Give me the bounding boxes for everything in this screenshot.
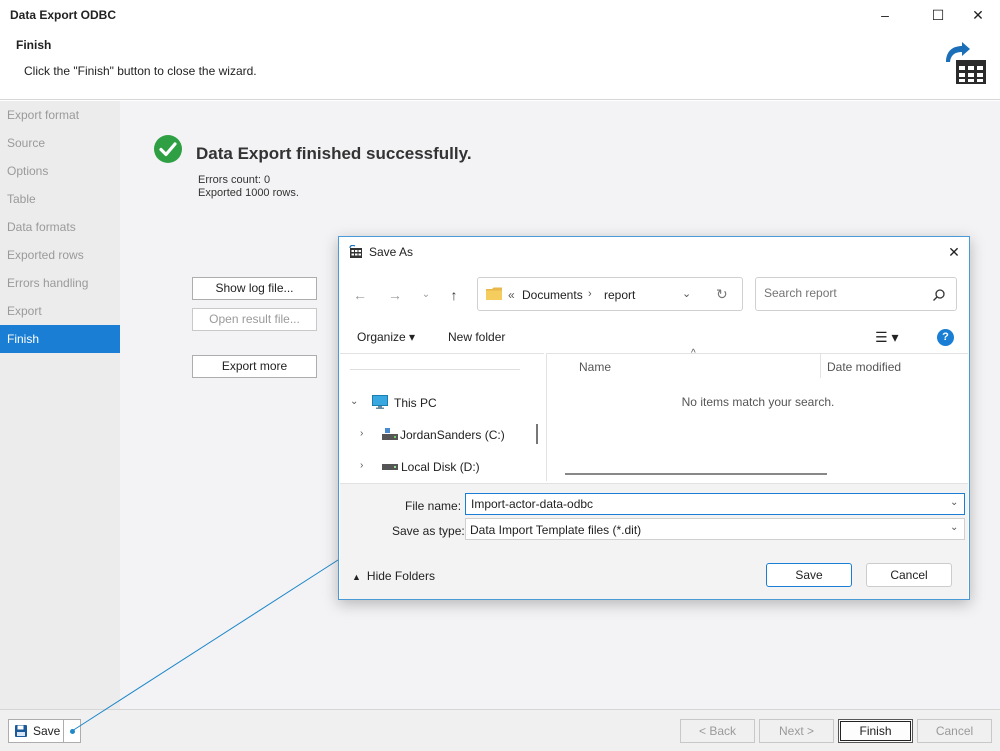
sidebar-item-options[interactable]: Options	[0, 157, 120, 185]
search-icon[interactable]	[932, 288, 946, 302]
tree-divider	[350, 369, 520, 370]
save-options-pane: File name: ⌄ Save as type: Data Import T…	[340, 483, 968, 599]
dialog-title: Save As	[369, 245, 414, 259]
breadcrumb-documents[interactable]: Documents	[522, 288, 583, 302]
address-overflow[interactable]: «	[508, 288, 515, 302]
file-list: ^ Name Date modified No items match your…	[546, 348, 968, 481]
open-result-button[interactable]: Open result file...	[192, 308, 317, 331]
column-divider[interactable]	[820, 354, 821, 378]
dialog-close-button[interactable]: ✕	[941, 241, 967, 263]
sidebar-item-errors-handling[interactable]: Errors handling	[0, 269, 120, 297]
save-template-button[interactable]: Save	[8, 719, 64, 743]
column-name-header[interactable]: Name	[579, 360, 611, 374]
close-button[interactable]: ✕	[955, 0, 1000, 30]
save-type-select[interactable]: Data Import Template files (*.dit) ⌄	[465, 518, 965, 540]
sidebar-item-exported-rows[interactable]: Exported rows	[0, 241, 120, 269]
horizontal-scrollbar[interactable]	[565, 473, 827, 475]
finish-button[interactable]: Finish	[838, 719, 913, 743]
new-folder-button[interactable]: New folder	[448, 330, 505, 344]
sidebar-item-source[interactable]: Source	[0, 129, 120, 157]
hide-folders-label: Hide Folders	[366, 569, 435, 583]
success-title: Data Export finished successfully.	[196, 144, 472, 163]
save-as-dialog: Save As ✕ ← → ⌄ ↑ « Documents › report ⌄…	[338, 236, 970, 600]
sidebar-item-data-formats[interactable]: Data formats	[0, 213, 120, 241]
callout-anchor-dot	[70, 729, 75, 734]
address-bar[interactable]: « Documents › report ⌄ ↻	[477, 277, 743, 311]
step-title: Finish	[16, 38, 52, 52]
sidebar-item-export-format[interactable]: Export format	[0, 101, 120, 129]
export-table-icon	[946, 42, 986, 84]
back-button[interactable]: < Back	[680, 719, 755, 743]
tree-label: Local Disk (D:)	[401, 460, 480, 474]
expand-arrow-icon[interactable]: ›	[360, 428, 363, 439]
sidebar-item-table[interactable]: Table	[0, 185, 120, 213]
breadcrumb-separator[interactable]: ›	[588, 288, 592, 300]
file-name-combobox[interactable]: ⌄	[465, 493, 965, 515]
wizard-steps-sidebar: Export format Source Options Table Data …	[0, 101, 120, 709]
save-type-value: Data Import Template files (*.dit)	[470, 523, 642, 537]
expand-arrow-icon[interactable]: ›	[360, 460, 363, 471]
expand-arrow-icon[interactable]: ⌄	[350, 396, 358, 407]
next-button[interactable]: Next >	[759, 719, 834, 743]
exported-rows-count: Exported 1000 rows.	[198, 187, 299, 199]
dialog-cancel-button[interactable]: Cancel	[866, 563, 952, 587]
step-description: Click the "Finish" button to close the w…	[24, 64, 257, 78]
column-date-header[interactable]: Date modified	[827, 360, 901, 374]
hide-folders-toggle[interactable]: ▲ Hide Folders	[352, 569, 435, 583]
save-type-label: Save as type:	[392, 524, 465, 538]
save-template-label: Save	[33, 724, 61, 738]
tree-label: JordanSanders (C:)	[400, 428, 505, 442]
export-more-button[interactable]: Export more	[192, 355, 317, 378]
tree-scrollbar[interactable]	[536, 424, 538, 444]
sidebar-item-export[interactable]: Export	[0, 297, 120, 325]
dialog-save-button[interactable]: Save	[766, 563, 852, 587]
save-options-dropdown[interactable]	[63, 719, 81, 743]
nav-back-button[interactable]: ←	[349, 287, 371, 303]
search-box[interactable]	[755, 277, 957, 311]
disk-icon	[382, 464, 398, 470]
empty-list-message: No items match your search.	[681, 395, 835, 409]
chevron-down-icon[interactable]: ⌄	[950, 497, 958, 508]
drive-icon	[382, 428, 398, 440]
chevron-up-icon: ▲	[352, 572, 361, 582]
recent-locations-button[interactable]: ⌄	[415, 287, 437, 303]
wizard-footer: Save < Back Next > Finish Cancel	[0, 709, 1000, 751]
sidebar-item-finish[interactable]: Finish	[0, 325, 120, 353]
nav-up-button[interactable]: ↑	[443, 287, 465, 303]
table-file-icon	[349, 245, 362, 258]
breadcrumb-report[interactable]: report	[604, 288, 635, 302]
organize-menu[interactable]: Organize ▾	[357, 330, 415, 344]
title-bar: Data Export ODBC – ☐ ✕	[0, 0, 1000, 30]
tree-label: This PC	[394, 396, 437, 410]
wizard-header: Finish Click the "Finish" button to clos…	[0, 30, 1000, 100]
monitor-icon	[372, 395, 388, 409]
search-input[interactable]	[764, 286, 924, 300]
file-name-label: File name:	[405, 499, 462, 513]
folder-icon	[486, 287, 502, 300]
cancel-button[interactable]: Cancel	[917, 719, 992, 743]
success-check-icon	[154, 135, 182, 163]
view-options-button[interactable]: ☰ ▾	[875, 329, 898, 346]
navigation-tree: ⌄ This PC › JordanSanders (C:) › Local D…	[340, 353, 544, 483]
show-log-button[interactable]: Show log file...	[192, 277, 317, 300]
address-dropdown-icon[interactable]: ⌄	[682, 287, 691, 300]
help-icon[interactable]: ?	[937, 329, 954, 346]
refresh-icon[interactable]: ↻	[716, 286, 728, 303]
floppy-disk-icon	[15, 725, 27, 737]
errors-count: Errors count: 0	[198, 174, 271, 186]
minimize-button[interactable]: –	[862, 0, 908, 30]
file-name-input[interactable]	[471, 497, 941, 511]
window-title: Data Export ODBC	[10, 8, 117, 22]
nav-forward-button[interactable]: →	[384, 287, 406, 303]
chevron-down-icon[interactable]: ⌄	[950, 522, 958, 533]
sort-caret-icon: ^	[691, 348, 696, 359]
